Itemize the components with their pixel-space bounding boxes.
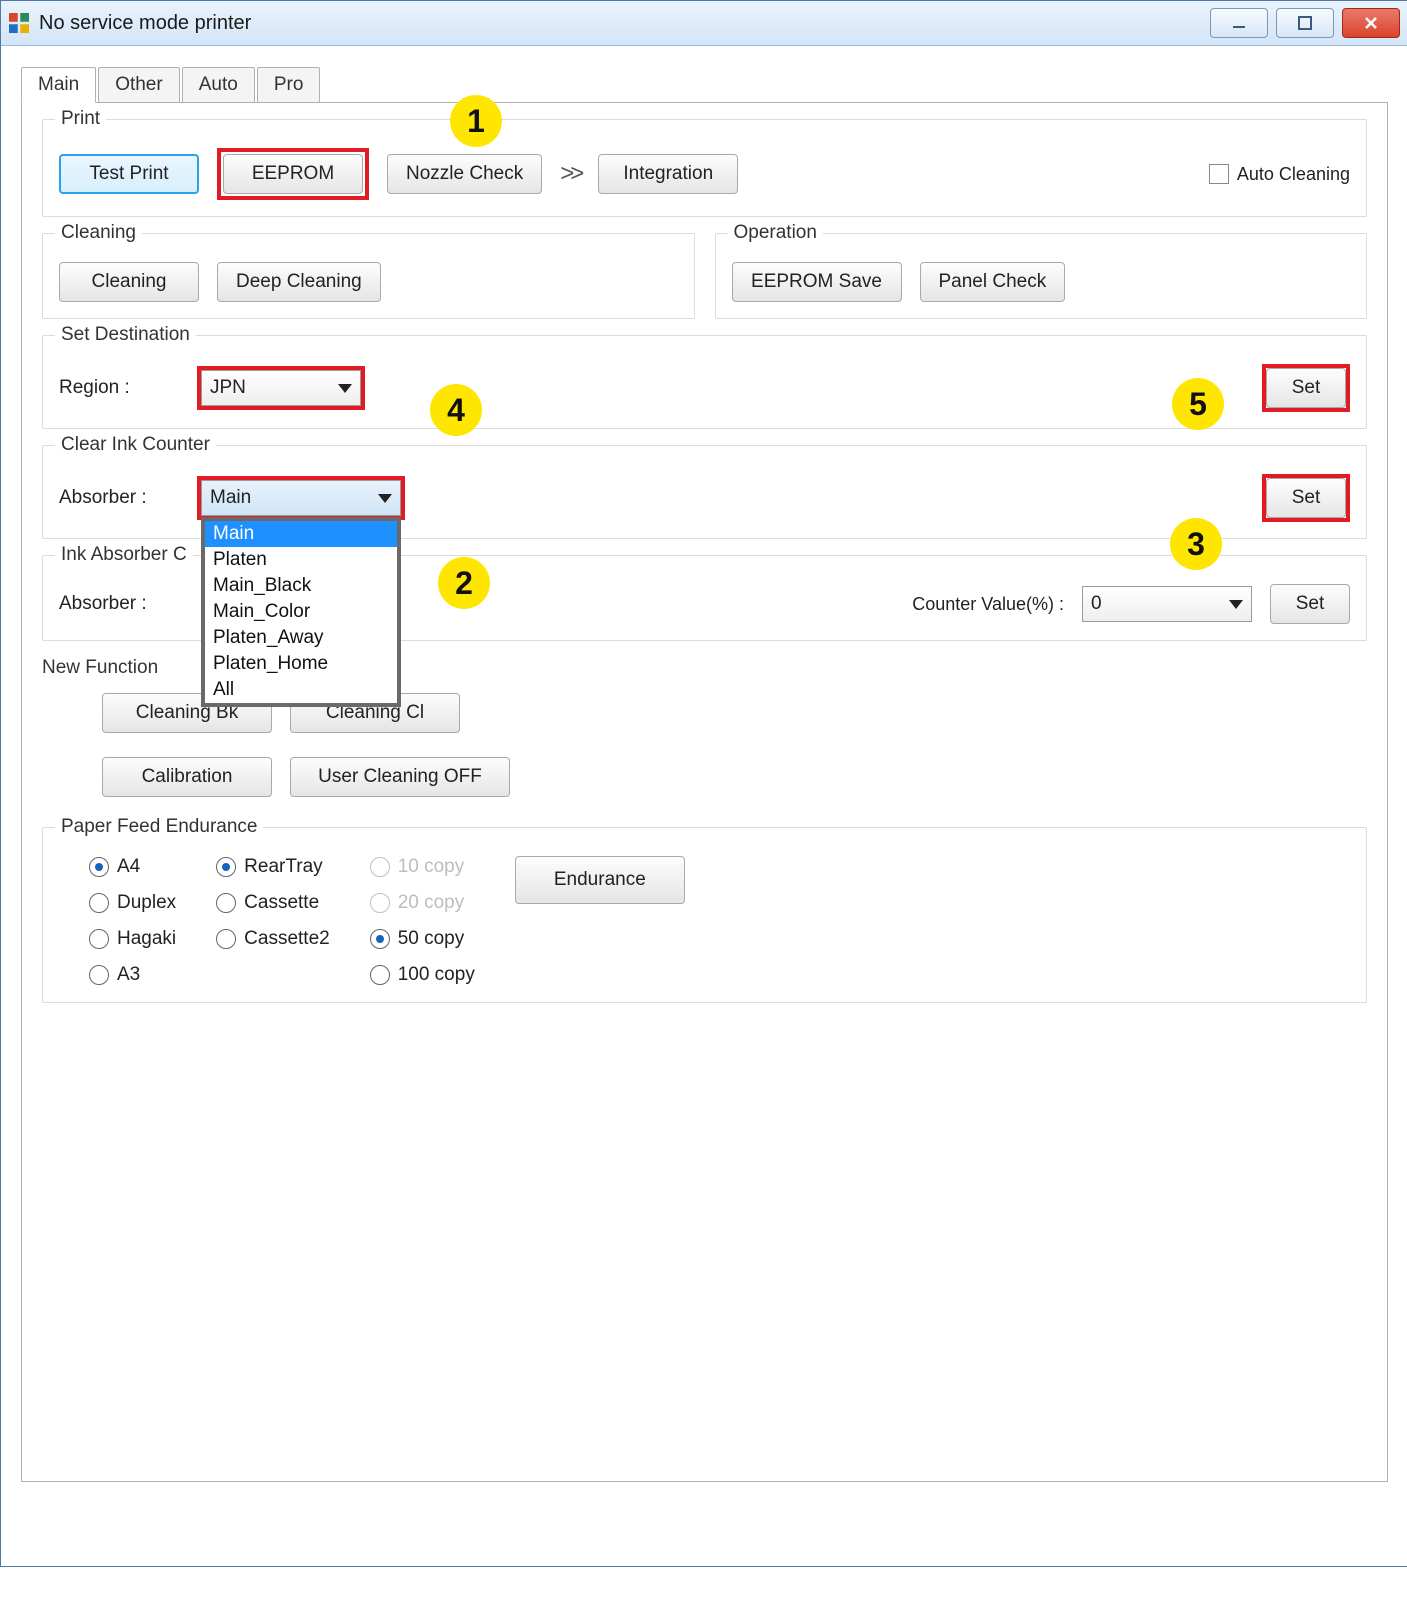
radio-a4[interactable]: A4 bbox=[89, 856, 176, 878]
absorber-option[interactable]: All bbox=[205, 677, 397, 703]
absorber-option[interactable]: Main_Color bbox=[205, 599, 397, 625]
chevron-down-icon bbox=[338, 384, 352, 393]
absorber-dropdown: Main Platen Main_Black Main_Color Platen… bbox=[201, 517, 401, 707]
auto-cleaning-checkbox[interactable]: Auto Cleaning bbox=[1209, 164, 1350, 185]
callout-4: 4 bbox=[430, 384, 482, 436]
copies-radio-group: 10 copy 20 copy 50 copy 100 copy bbox=[370, 856, 475, 986]
absorber-select[interactable]: Main Main Platen Main_Black Main_Color P… bbox=[201, 480, 401, 516]
close-button[interactable] bbox=[1342, 8, 1400, 38]
app-window: No service mode printer Main Other Auto … bbox=[0, 0, 1407, 1567]
radio-hagaki[interactable]: Hagaki bbox=[89, 928, 176, 950]
user-cleaning-off-button[interactable]: User Cleaning OFF bbox=[290, 757, 510, 797]
absorber-value: Main bbox=[210, 487, 251, 509]
group-set-destination: Set Destination Region : JPN Set bbox=[42, 335, 1367, 429]
deep-cleaning-button[interactable]: Deep Cleaning bbox=[217, 262, 381, 302]
region-select[interactable]: JPN bbox=[201, 370, 361, 406]
group-ink-absorber-title: Ink Absorber C bbox=[55, 544, 193, 566]
tab-main[interactable]: Main bbox=[21, 67, 96, 103]
titlebar: No service mode printer bbox=[1, 1, 1407, 46]
maximize-button[interactable] bbox=[1276, 8, 1334, 38]
absorber-option[interactable]: Platen_Away bbox=[205, 625, 397, 651]
nozzle-check-button[interactable]: Nozzle Check bbox=[387, 154, 542, 194]
tab-pro[interactable]: Pro bbox=[257, 67, 321, 103]
group-print-title: Print bbox=[55, 108, 106, 130]
callout-1: 1 bbox=[450, 95, 502, 147]
radio-100copy[interactable]: 100 copy bbox=[370, 964, 475, 986]
arrow-icon: >> bbox=[560, 160, 580, 188]
group-cleaning: Cleaning Cleaning Deep Cleaning bbox=[42, 233, 695, 319]
group-clear-ink-counter-title: Clear Ink Counter bbox=[55, 434, 216, 456]
ink-absorber-set-button[interactable]: Set bbox=[1270, 584, 1350, 624]
region-label: Region : bbox=[59, 377, 179, 399]
eeprom-button[interactable]: EEPROM bbox=[223, 154, 363, 194]
radio-cassette[interactable]: Cassette bbox=[216, 892, 330, 914]
tab-other[interactable]: Other bbox=[98, 67, 180, 103]
group-paper-feed: Paper Feed Endurance A4 Duplex Hagaki A3… bbox=[42, 827, 1367, 1003]
app-icon bbox=[9, 13, 29, 33]
radio-20copy: 20 copy bbox=[370, 892, 475, 914]
callout-3: 3 bbox=[1170, 518, 1222, 570]
radio-a3[interactable]: A3 bbox=[89, 964, 176, 986]
absorber-option[interactable]: Main_Black bbox=[205, 573, 397, 599]
counter-value: 0 bbox=[1091, 593, 1102, 615]
window-buttons bbox=[1210, 8, 1400, 38]
window-title: No service mode printer bbox=[39, 12, 1210, 35]
minimize-button[interactable] bbox=[1210, 8, 1268, 38]
cleaning-button[interactable]: Cleaning bbox=[59, 262, 199, 302]
tab-bar: Main Other Auto Pro bbox=[21, 67, 1388, 103]
radio-reartray[interactable]: RearTray bbox=[216, 856, 330, 878]
absorber-option[interactable]: Platen_Home bbox=[205, 651, 397, 677]
group-paper-feed-title: Paper Feed Endurance bbox=[55, 816, 263, 838]
size-radio-group: A4 Duplex Hagaki A3 bbox=[89, 856, 176, 986]
client-area: Main Other Auto Pro 1 4 5 2 3 Print Test… bbox=[1, 46, 1407, 1566]
absorber-label: Absorber : bbox=[59, 487, 179, 509]
integration-button[interactable]: Integration bbox=[598, 154, 738, 194]
radio-50copy[interactable]: 50 copy bbox=[370, 928, 475, 950]
tab-body-main: 1 4 5 2 3 Print Test Print EEPROM Nozzle… bbox=[21, 102, 1388, 1482]
tab-auto[interactable]: Auto bbox=[182, 67, 255, 103]
absorber-option[interactable]: Platen bbox=[205, 547, 397, 573]
radio-10copy: 10 copy bbox=[370, 856, 475, 878]
group-clear-ink-counter: Clear Ink Counter Absorber : Main Main P… bbox=[42, 445, 1367, 539]
callout-2: 2 bbox=[438, 557, 490, 609]
source-radio-group: RearTray Cassette Cassette2 bbox=[216, 856, 330, 950]
calibration-button[interactable]: Calibration bbox=[102, 757, 272, 797]
absorber-option[interactable]: Main bbox=[205, 521, 397, 547]
endurance-button[interactable]: Endurance bbox=[515, 856, 685, 904]
auto-cleaning-label: Auto Cleaning bbox=[1237, 164, 1350, 185]
checkbox-icon bbox=[1209, 164, 1229, 184]
radio-duplex[interactable]: Duplex bbox=[89, 892, 176, 914]
test-print-button[interactable]: Test Print bbox=[59, 154, 199, 194]
radio-cassette2[interactable]: Cassette2 bbox=[216, 928, 330, 950]
clear-ink-set-button[interactable]: Set bbox=[1266, 478, 1346, 518]
group-operation-title: Operation bbox=[728, 222, 823, 244]
group-set-destination-title: Set Destination bbox=[55, 324, 196, 346]
chevron-down-icon bbox=[378, 494, 392, 503]
ink-absorber-label: Absorber : bbox=[59, 593, 179, 615]
set-destination-set-button[interactable]: Set bbox=[1266, 368, 1346, 408]
group-cleaning-title: Cleaning bbox=[55, 222, 142, 244]
counter-value-label: Counter Value(%) : bbox=[912, 594, 1064, 615]
group-print: Print Test Print EEPROM Nozzle Check >> … bbox=[42, 119, 1367, 217]
eeprom-save-button[interactable]: EEPROM Save bbox=[732, 262, 902, 302]
panel-check-button[interactable]: Panel Check bbox=[920, 262, 1066, 302]
counter-value-select[interactable]: 0 bbox=[1082, 586, 1252, 622]
callout-5: 5 bbox=[1172, 378, 1224, 430]
group-operation: Operation EEPROM Save Panel Check bbox=[715, 233, 1368, 319]
region-value: JPN bbox=[210, 377, 246, 399]
chevron-down-icon bbox=[1229, 600, 1243, 609]
